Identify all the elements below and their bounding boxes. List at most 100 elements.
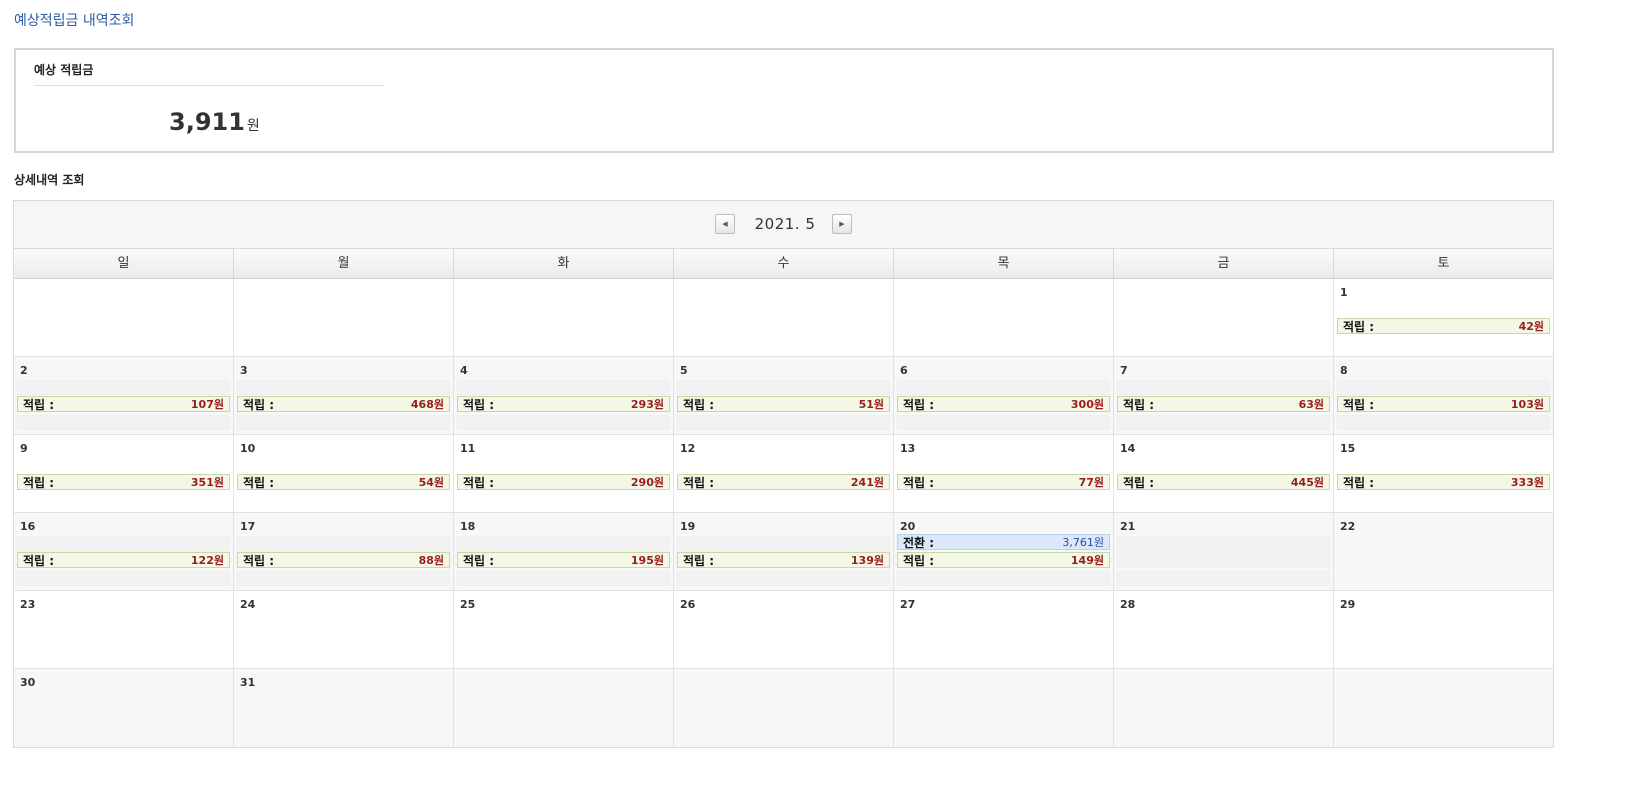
calendar-day-empty [14, 279, 234, 356]
accrual-amount: 77원 [1078, 476, 1104, 489]
accrual-entry: 적립 : 293원 [457, 396, 670, 412]
day-number: 19 [680, 520, 696, 533]
entry-placeholder [1117, 380, 1330, 395]
calendar-day-empty [894, 669, 1114, 747]
calendar-day: 2 적립 : 107원 [14, 357, 234, 434]
day-number: 9 [20, 442, 28, 455]
entry-placeholder [237, 536, 450, 551]
next-month-button[interactable]: ▶ [832, 214, 852, 234]
day-number: 10 [240, 442, 256, 455]
calendar-day: 20 전환 : 3,761원 적립 : 149원 [894, 513, 1114, 590]
day-number: 23 [20, 598, 36, 611]
accrual-entry: 적립 : 54원 [237, 474, 450, 490]
calendar-day: 22 [1334, 513, 1553, 590]
expected-points-unit: 원 [246, 118, 260, 134]
calendar-day-empty [1114, 669, 1334, 747]
calendar-day: 12 적립 : 241원 [674, 435, 894, 512]
day-number: 15 [1340, 442, 1356, 455]
calendar-day-empty [674, 279, 894, 356]
accrual-amount: 300원 [1070, 398, 1104, 411]
weekday-thu: 목 [894, 249, 1114, 278]
accrual-amount: 88원 [418, 554, 444, 567]
calendar-day: 21 [1114, 513, 1334, 590]
weekday-sun: 일 [14, 249, 234, 278]
calendar-day-empty [1114, 279, 1334, 356]
accrual-amount: 445원 [1290, 476, 1324, 489]
accrual-label: 적립 : [463, 397, 495, 412]
accrual-label: 적립 : [1343, 319, 1375, 334]
accrual-label: 적립 : [903, 397, 935, 412]
entry-placeholder [237, 415, 450, 430]
expected-points-value: 3,911 원 [169, 108, 260, 136]
accrual-amount: 195원 [630, 554, 664, 567]
accrual-amount: 139원 [850, 554, 884, 567]
accrual-amount: 241원 [850, 476, 884, 489]
calendar-day-empty [894, 279, 1114, 356]
day-number: 27 [900, 598, 916, 611]
day-number: 1 [1340, 286, 1348, 299]
entry-placeholder [677, 415, 890, 430]
entry-placeholder [677, 571, 890, 586]
calendar-week: 16 적립 :122원 17 적립 :88원 18 적립 :195원 19 적립… [14, 513, 1553, 591]
calendar-week: 9 적립 : 351원 10 적립 : 54원 11 적립 : 290원 12 적립 … [14, 435, 1553, 513]
conversion-label: 전환 : [903, 535, 935, 550]
day-number: 22 [1340, 520, 1356, 533]
calendar-day: 31 [234, 669, 454, 747]
calendar-day: 19 적립 : 139원 [674, 513, 894, 590]
calendar-week: 23 24 25 26 27 28 29 [14, 591, 1553, 669]
accrual-entry: 적립 : 300원 [897, 396, 1110, 412]
entry-placeholder [1117, 571, 1330, 586]
day-number: 25 [460, 598, 476, 611]
calendar-day: 14 적립 : 445원 [1114, 435, 1334, 512]
accrual-entry: 적립 : 333원 [1337, 474, 1550, 490]
accrual-amount: 103원 [1510, 398, 1544, 411]
calendar-day-empty [234, 279, 454, 356]
calendar-day: 9 적립 : 351원 [14, 435, 234, 512]
accrual-label: 적립 : [463, 553, 495, 568]
calendar-day: 3 적립 : 468원 [234, 357, 454, 434]
calendar-day: 7 적립 : 63원 [1114, 357, 1334, 434]
calendar-day: 6 적립 : 300원 [894, 357, 1114, 434]
expected-points-label: 예상 적립금 [34, 63, 94, 77]
accrual-label: 적립 : [1123, 475, 1155, 490]
calendar-day: 27 [894, 591, 1114, 668]
page-title: 예상적립금 내역조회 [14, 13, 135, 29]
calendar-day: 4 적립 : 293원 [454, 357, 674, 434]
weekday-tue: 화 [454, 249, 674, 278]
day-number: 4 [460, 364, 468, 377]
accrual-label: 적립 : [903, 475, 935, 490]
calendar-day: 24 [234, 591, 454, 668]
day-number: 8 [1340, 364, 1348, 377]
accrual-amount: 51원 [858, 398, 884, 411]
accrual-entry: 적립 : 290원 [457, 474, 670, 490]
accrual-label: 적립 : [683, 553, 715, 568]
day-number: 31 [240, 676, 256, 689]
accrual-amount: 122원 [190, 554, 224, 567]
entry-placeholder [1337, 380, 1550, 395]
prev-month-button[interactable]: ◀ [715, 214, 735, 234]
day-number: 30 [20, 676, 36, 689]
accrual-amount: 42원 [1518, 320, 1544, 333]
entry-placeholder [1337, 415, 1550, 430]
calendar-day: 26 [674, 591, 894, 668]
accrual-entry: 적립 : 77원 [897, 474, 1110, 490]
day-number: 21 [1120, 520, 1136, 533]
accrual-entry: 적립 : 351원 [17, 474, 230, 490]
accrual-label: 적립 : [1343, 475, 1375, 490]
accrual-label: 적립 : [243, 397, 275, 412]
conversion-entry: 전환 : 3,761원 [897, 534, 1110, 550]
entry-placeholder [1117, 536, 1330, 551]
weekday-sat: 토 [1437, 256, 1450, 271]
entry-placeholder [897, 415, 1110, 430]
accrual-entry: 적립 : 139원 [677, 552, 890, 568]
entry-placeholder [457, 415, 670, 430]
weekday-fri: 금 [1114, 249, 1334, 278]
accrual-amount: 63원 [1298, 398, 1324, 411]
entry-placeholder [677, 380, 890, 395]
section-title: 상세내역 조회 [14, 173, 85, 187]
calendar-day: 10 적립 : 54원 [234, 435, 454, 512]
accrual-label: 적립 : [23, 475, 55, 490]
entry-placeholder [17, 380, 230, 395]
calendar-day: 15 적립 : 333원 [1334, 435, 1553, 512]
entry-placeholder [1117, 553, 1330, 568]
